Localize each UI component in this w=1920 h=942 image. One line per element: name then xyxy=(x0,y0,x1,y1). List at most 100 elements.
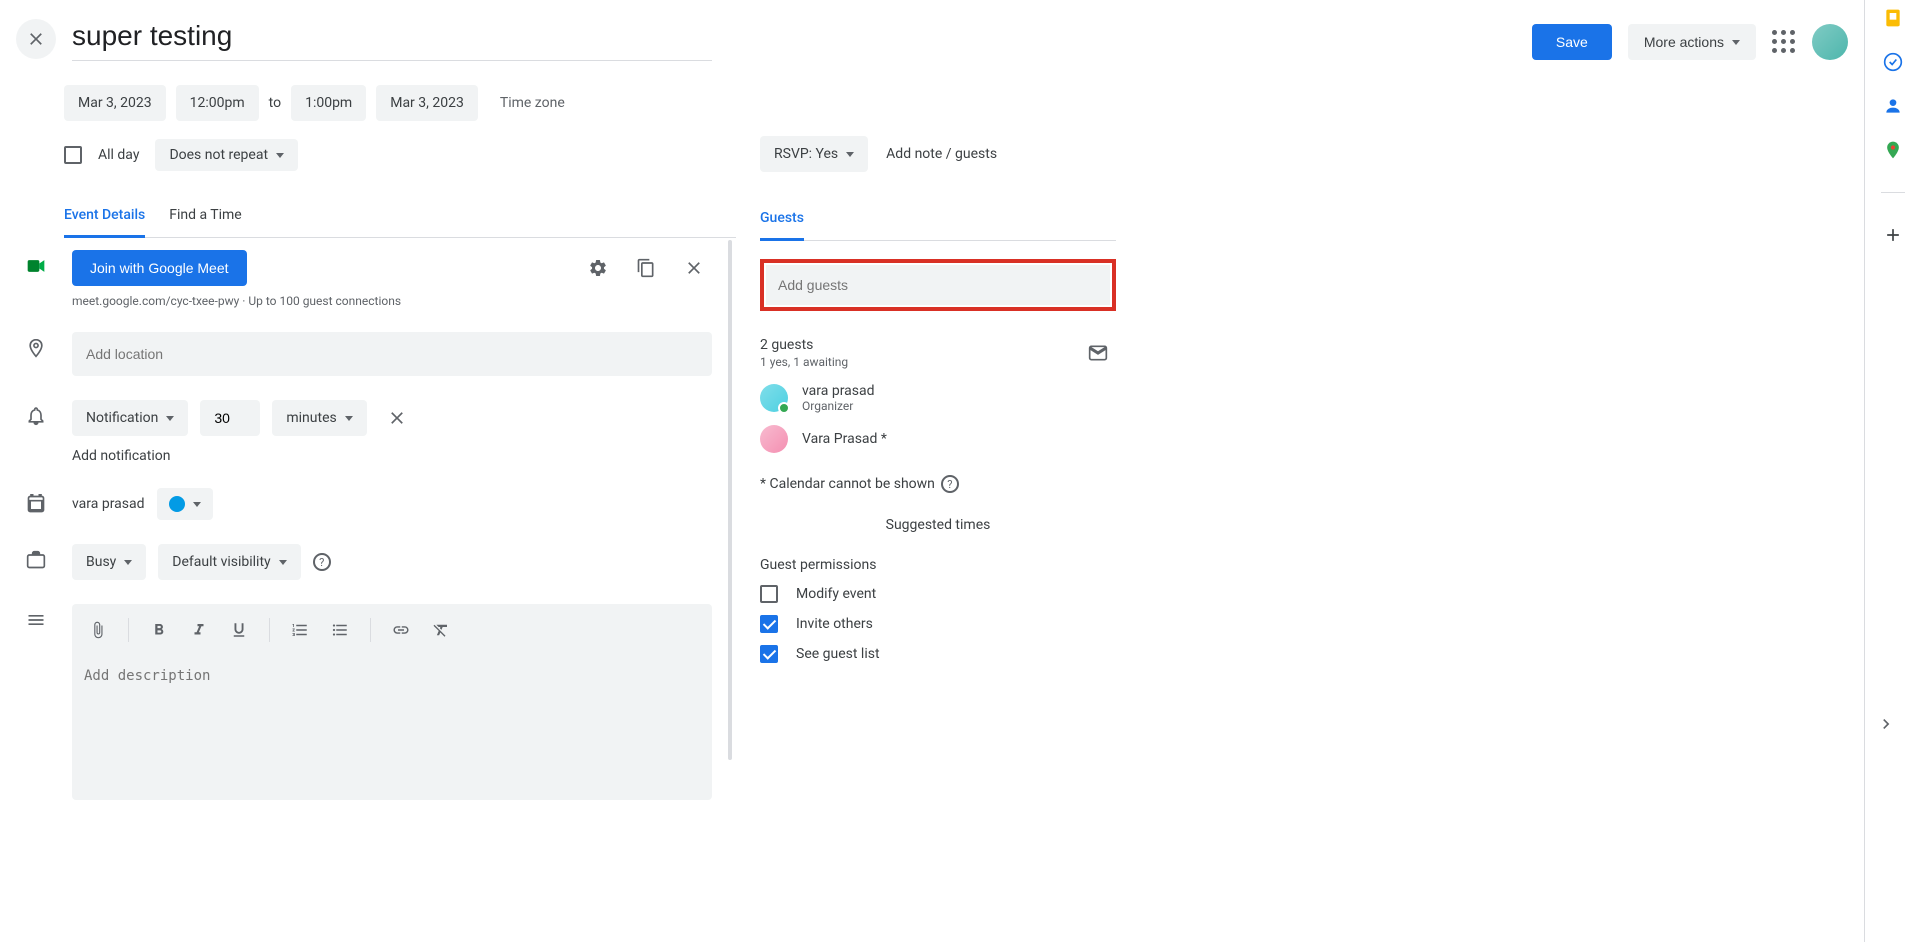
join-meet-button[interactable]: Join with Google Meet xyxy=(72,250,247,286)
notification-type-dropdown[interactable]: Notification xyxy=(72,400,188,436)
rsvp-dropdown[interactable]: RSVP: Yes xyxy=(760,136,868,172)
guest-avatar xyxy=(760,425,788,453)
bold-button[interactable] xyxy=(141,612,177,648)
bold-icon xyxy=(150,621,168,639)
side-panel-collapse-button[interactable] xyxy=(1868,706,1904,742)
apps-grid-icon[interactable] xyxy=(1772,30,1796,54)
email-guests-button[interactable] xyxy=(1080,335,1116,371)
notification-unit-label: minutes xyxy=(286,410,336,426)
end-date-chip[interactable]: Mar 3, 2023 xyxy=(376,85,478,121)
visibility-label: Default visibility xyxy=(172,554,270,570)
chevron-down-icon xyxy=(345,416,353,421)
scrollbar[interactable] xyxy=(728,240,732,760)
description-icon xyxy=(24,604,48,630)
paperclip-icon xyxy=(89,621,107,639)
tab-find-time[interactable]: Find a Time xyxy=(169,207,242,237)
notification-unit-dropdown[interactable]: minutes xyxy=(272,400,366,436)
close-icon xyxy=(684,258,704,278)
guest-count-sub: 1 yes, 1 awaiting xyxy=(760,355,848,369)
event-title-input[interactable] xyxy=(72,16,712,61)
guest-row[interactable]: Vara Prasad * xyxy=(760,425,1116,453)
suggested-times-button[interactable]: Suggested times xyxy=(760,517,1116,533)
save-button[interactable]: Save xyxy=(1532,24,1612,60)
calendar-footnote: * Calendar cannot be shown xyxy=(760,476,935,492)
contacts-icon[interactable] xyxy=(1883,96,1903,116)
guest-role: Organizer xyxy=(802,399,875,413)
link-button[interactable] xyxy=(383,612,419,648)
chevron-down-icon xyxy=(193,502,201,507)
busy-dropdown[interactable]: Busy xyxy=(72,544,146,580)
tab-event-details[interactable]: Event Details xyxy=(64,207,145,238)
meet-copy-button[interactable] xyxy=(628,250,664,286)
numbered-list-button[interactable] xyxy=(282,612,318,648)
chevron-right-icon xyxy=(1876,714,1896,734)
allday-checkbox[interactable] xyxy=(64,146,82,164)
notification-remove-button[interactable] xyxy=(379,400,415,436)
email-icon xyxy=(1088,343,1108,363)
close-icon xyxy=(26,29,46,49)
underline-button[interactable] xyxy=(221,612,257,648)
more-actions-button[interactable]: More actions xyxy=(1628,24,1756,60)
user-avatar[interactable] xyxy=(1812,24,1848,60)
start-time-chip[interactable]: 12:00pm xyxy=(176,85,259,121)
repeat-label: Does not repeat xyxy=(169,147,268,163)
bullet-list-button[interactable] xyxy=(322,612,358,648)
invite-others-label: Invite others xyxy=(796,616,873,632)
add-notification-button[interactable]: Add notification xyxy=(72,448,736,464)
briefcase-icon xyxy=(24,544,48,570)
timezone-button[interactable]: Time zone xyxy=(500,95,565,111)
location-icon xyxy=(24,332,48,358)
permissions-title: Guest permissions xyxy=(760,557,1116,573)
gear-icon xyxy=(588,258,608,278)
meet-settings-button[interactable] xyxy=(580,250,616,286)
clear-format-button[interactable] xyxy=(423,612,459,648)
notification-icon xyxy=(24,400,48,426)
add-guests-highlight xyxy=(760,259,1116,311)
invite-others-checkbox[interactable] xyxy=(760,615,778,633)
location-input[interactable] xyxy=(72,332,712,376)
numbered-list-icon xyxy=(291,621,309,639)
see-guest-list-checkbox[interactable] xyxy=(760,645,778,663)
calendar-color-dropdown[interactable] xyxy=(157,488,213,520)
add-guests-input[interactable] xyxy=(766,265,1110,305)
clear-format-icon xyxy=(432,621,450,639)
chevron-down-icon xyxy=(124,560,132,565)
close-button[interactable] xyxy=(16,19,56,59)
see-guest-list-label: See guest list xyxy=(796,646,880,662)
calendar-color-swatch xyxy=(169,496,185,512)
underline-icon xyxy=(230,621,248,639)
modify-event-checkbox[interactable] xyxy=(760,585,778,603)
to-label: to xyxy=(269,95,281,111)
notification-value-input[interactable] xyxy=(200,400,260,436)
link-icon xyxy=(392,621,410,639)
keep-icon[interactable] xyxy=(1883,8,1903,28)
tab-guests[interactable]: Guests xyxy=(760,210,804,241)
repeat-dropdown[interactable]: Does not repeat xyxy=(155,139,298,171)
chevron-down-icon xyxy=(279,560,287,565)
copy-icon xyxy=(636,258,656,278)
calendar-icon xyxy=(24,488,48,514)
footnote-help-icon[interactable]: ? xyxy=(941,475,959,493)
check-icon xyxy=(778,402,790,414)
guest-avatar xyxy=(760,384,788,412)
start-date-chip[interactable]: Mar 3, 2023 xyxy=(64,85,166,121)
bullet-list-icon xyxy=(331,621,349,639)
visibility-dropdown[interactable]: Default visibility xyxy=(158,544,300,580)
italic-button[interactable] xyxy=(181,612,217,648)
chevron-down-icon xyxy=(846,152,854,157)
maps-icon[interactable] xyxy=(1883,140,1903,160)
guest-row[interactable]: vara prasad Organizer xyxy=(760,383,1116,413)
modify-event-label: Modify event xyxy=(796,586,876,602)
attach-button[interactable] xyxy=(80,612,116,648)
meet-remove-button[interactable] xyxy=(676,250,712,286)
end-time-chip[interactable]: 1:00pm xyxy=(291,85,366,121)
allday-label: All day xyxy=(98,147,139,163)
calendar-owner-label: vara prasad xyxy=(72,496,145,512)
add-note-button[interactable]: Add note / guests xyxy=(886,146,997,162)
tasks-icon[interactable] xyxy=(1883,52,1903,72)
add-addon-icon[interactable] xyxy=(1883,225,1903,245)
guest-name: Vara Prasad * xyxy=(802,431,887,447)
visibility-help-icon[interactable]: ? xyxy=(313,553,331,571)
description-textarea[interactable] xyxy=(72,656,712,796)
guest-name: vara prasad xyxy=(802,383,875,399)
